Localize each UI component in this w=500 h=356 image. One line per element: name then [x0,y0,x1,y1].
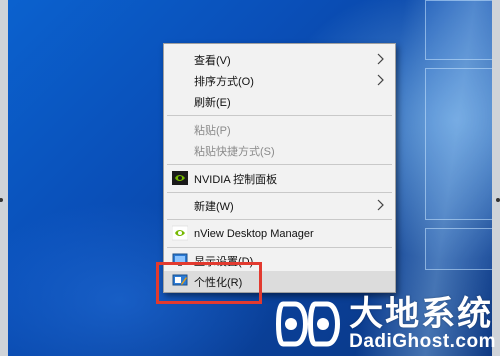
menu-item-label: 粘贴(P) [194,124,231,137]
menu-separator [167,164,392,165]
nvidia-icon [172,171,188,185]
wallpaper-window-pane [425,68,497,220]
bezel-dot [496,198,500,202]
menu-item-label: 查看(V) [194,54,231,67]
menu-separator [167,247,392,248]
screen-bezel-left [0,0,8,356]
menu-separator [167,115,392,116]
dadi-logo-icon [276,301,340,347]
menu-item-nview-desktop-manager[interactable]: nView Desktop Manager [164,223,395,244]
menu-item-nvidia-control-panel[interactable]: NVIDIA 控制面板 [164,168,395,189]
chevron-right-icon [377,74,384,86]
highlight-annotation-box [156,262,262,304]
chevron-right-icon [377,199,384,211]
menu-item-label: nView Desktop Manager [194,227,314,240]
menu-item-label: NVIDIA 控制面板 [194,173,278,186]
nvidia-icon [172,225,188,241]
chevron-right-icon [377,53,384,65]
menu-item-view[interactable]: 查看(V) [164,49,395,70]
menu-item-paste[interactable]: 粘贴(P) [164,119,395,140]
menu-item-sort-by[interactable]: 排序方式(O) [164,70,395,91]
watermark: 大地系统 DadiGhost.com [275,296,496,352]
watermark-english-text: DadiGhost.com [349,331,496,352]
menu-item-label: 新建(W) [194,200,234,213]
menu-item-paste-shortcut[interactable]: 粘贴快捷方式(S) [164,140,395,161]
wallpaper-window-pane [425,0,497,60]
menu-item-refresh[interactable]: 刷新(E) [164,91,395,112]
menu-item-label: 粘贴快捷方式(S) [194,145,275,158]
menu-item-label: 排序方式(O) [194,75,254,88]
menu-item-new[interactable]: 新建(W) [164,195,395,216]
desktop-context-menu: 查看(V) 排序方式(O) 刷新(E) 粘贴(P) 粘贴快捷方式(S) NVID… [163,43,396,293]
menu-item-label: 刷新(E) [194,96,231,109]
menu-separator [167,219,392,220]
watermark-chinese-text: 大地系统 [349,294,494,334]
wallpaper-window-pane [425,228,497,270]
menu-separator [167,192,392,193]
